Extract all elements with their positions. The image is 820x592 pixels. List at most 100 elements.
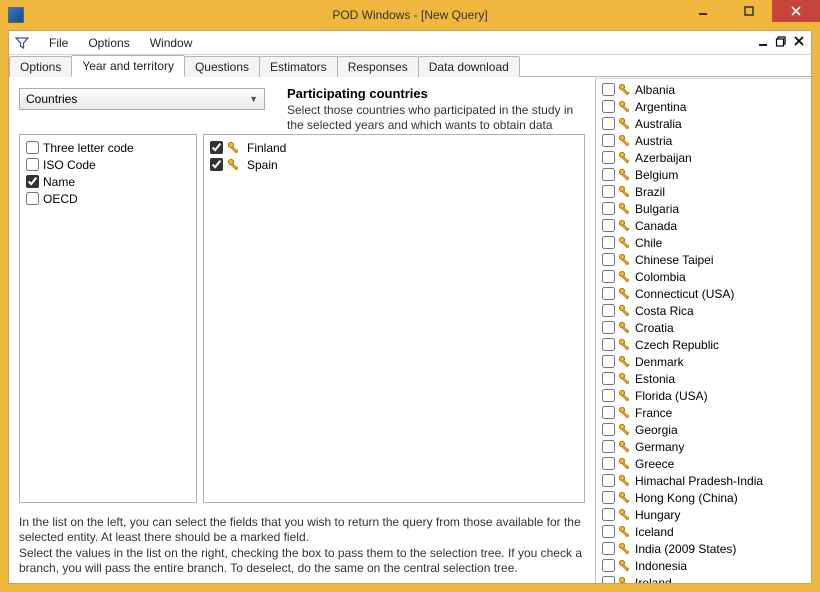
country-label: Bulgaria xyxy=(635,202,679,216)
country-label: Czech Republic xyxy=(635,338,719,352)
field-label: Three letter code xyxy=(43,141,134,155)
key-icon xyxy=(618,423,632,437)
window-controls xyxy=(680,0,820,22)
country-checkbox[interactable] xyxy=(602,525,615,538)
country-row: Greece xyxy=(602,455,811,472)
country-row: Croatia xyxy=(602,319,811,336)
key-icon xyxy=(618,542,632,556)
country-row: Georgia xyxy=(602,421,811,438)
field-checkbox[interactable] xyxy=(26,141,39,154)
country-label: Greece xyxy=(635,457,674,471)
country-checkbox[interactable] xyxy=(602,423,615,436)
field-row: ISO Code xyxy=(26,156,190,173)
country-checkbox[interactable] xyxy=(602,151,615,164)
country-checkbox[interactable] xyxy=(602,491,615,504)
heading-block: Participating countries Select those cou… xyxy=(287,86,585,133)
country-checkbox[interactable] xyxy=(602,270,615,283)
key-icon xyxy=(618,270,632,284)
country-label: Indonesia xyxy=(635,559,687,573)
country-label: Colombia xyxy=(635,270,686,284)
country-label: India (2009 States) xyxy=(635,542,736,556)
mdi-restore-button[interactable] xyxy=(773,33,789,49)
country-checkbox[interactable] xyxy=(602,202,615,215)
key-icon xyxy=(227,141,241,155)
tab-data-download[interactable]: Data download xyxy=(418,56,520,77)
country-checkbox[interactable] xyxy=(602,219,615,232)
key-icon xyxy=(618,151,632,165)
country-checkbox[interactable] xyxy=(602,389,615,402)
field-checkbox[interactable] xyxy=(26,192,39,205)
country-checkbox[interactable] xyxy=(602,236,615,249)
country-checkbox[interactable] xyxy=(602,372,615,385)
country-checkbox[interactable] xyxy=(602,304,615,317)
country-checkbox[interactable] xyxy=(602,168,615,181)
minimize-button[interactable] xyxy=(680,0,726,22)
entity-dropdown[interactable]: Countries ▼ xyxy=(19,88,265,110)
selected-country-checkbox[interactable] xyxy=(210,158,223,171)
key-icon xyxy=(618,474,632,488)
tab-questions[interactable]: Questions xyxy=(184,56,260,77)
country-label: France xyxy=(635,406,672,420)
country-checkbox[interactable] xyxy=(602,134,615,147)
key-icon xyxy=(618,491,632,505)
field-checkbox[interactable] xyxy=(26,175,39,188)
selected-country-row: Spain xyxy=(210,156,578,173)
country-checkbox[interactable] xyxy=(602,440,615,453)
close-button[interactable] xyxy=(772,0,820,22)
country-checkbox[interactable] xyxy=(602,474,615,487)
country-checkbox[interactable] xyxy=(602,576,615,583)
country-checkbox[interactable] xyxy=(602,508,615,521)
tab-year-territory[interactable]: Year and territory xyxy=(71,55,185,77)
country-label: Brazil xyxy=(635,185,665,199)
country-checkbox[interactable] xyxy=(602,406,615,419)
heading-desc: Select those countries who participated … xyxy=(287,103,585,133)
menu-window[interactable]: Window xyxy=(140,36,203,50)
country-checkbox[interactable] xyxy=(602,542,615,555)
tab-options[interactable]: Options xyxy=(9,56,72,77)
selected-country-checkbox[interactable] xyxy=(210,141,223,154)
key-icon xyxy=(618,202,632,216)
country-row: Albania xyxy=(602,81,811,98)
country-list[interactable]: AlbaniaArgentinaAustraliaAustriaAzerbaij… xyxy=(596,78,811,583)
country-checkbox[interactable] xyxy=(602,185,615,198)
field-label: ISO Code xyxy=(43,158,96,172)
country-checkbox[interactable] xyxy=(602,117,615,130)
country-label: Iceland xyxy=(635,525,674,539)
country-checkbox[interactable] xyxy=(602,338,615,351)
field-checkbox[interactable] xyxy=(26,158,39,171)
country-row: Belgium xyxy=(602,166,811,183)
country-row: Ireland xyxy=(602,574,811,583)
country-checkbox[interactable] xyxy=(602,457,615,470)
country-checkbox[interactable] xyxy=(602,100,615,113)
country-row: Germany xyxy=(602,438,811,455)
menu-file[interactable]: File xyxy=(39,36,78,50)
country-row: Chinese Taipei xyxy=(602,251,811,268)
key-icon xyxy=(618,100,632,114)
country-label: Chinese Taipei xyxy=(635,253,714,267)
country-checkbox[interactable] xyxy=(602,321,615,334)
mdi-close-button[interactable] xyxy=(791,33,807,49)
country-label: Florida (USA) xyxy=(635,389,708,403)
country-row: Indonesia xyxy=(602,557,811,574)
key-icon xyxy=(618,321,632,335)
country-checkbox[interactable] xyxy=(602,287,615,300)
mdi-minimize-button[interactable] xyxy=(755,33,771,49)
key-icon xyxy=(618,355,632,369)
country-checkbox[interactable] xyxy=(602,355,615,368)
key-icon xyxy=(227,158,241,172)
menu-options[interactable]: Options xyxy=(78,36,139,50)
tab-responses[interactable]: Responses xyxy=(337,56,419,77)
key-icon xyxy=(618,134,632,148)
tab-estimators[interactable]: Estimators xyxy=(259,56,338,77)
country-checkbox[interactable] xyxy=(602,83,615,96)
app-icon xyxy=(8,7,24,23)
field-label: Name xyxy=(43,175,75,189)
maximize-button[interactable] xyxy=(726,0,772,22)
country-label: Hungary xyxy=(635,508,680,522)
country-checkbox[interactable] xyxy=(602,559,615,572)
country-row: Canada xyxy=(602,217,811,234)
country-checkbox[interactable] xyxy=(602,253,615,266)
key-icon xyxy=(618,525,632,539)
selected-country-row: Finland xyxy=(210,139,578,156)
key-icon xyxy=(618,372,632,386)
